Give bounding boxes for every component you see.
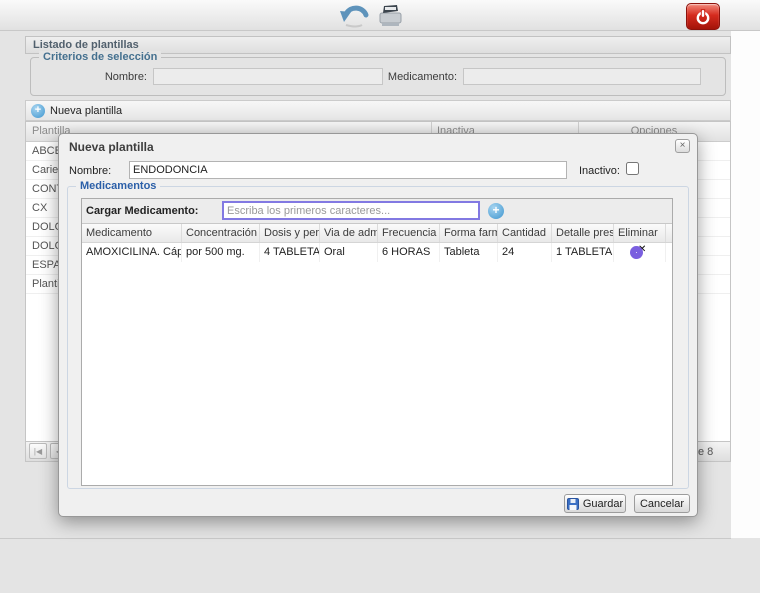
medicamento-row[interactable]: AMOXICILINA. Cáps... por 500 mg. 4 TABLE… [82, 243, 672, 262]
plus-icon: + [31, 103, 45, 118]
modal-nombre-input[interactable] [129, 161, 567, 179]
medicamento-label: Medicamento: [387, 71, 457, 83]
header-via[interactable]: Via de admi... [320, 224, 378, 242]
cell-dosis: 4 TABLETAS... [260, 243, 320, 262]
medicamento-input[interactable] [463, 68, 701, 85]
undo-arrow-icon[interactable] [338, 2, 370, 32]
header-eliminar[interactable]: Eliminar [614, 224, 666, 242]
nueva-plantilla-modal: Nueva plantilla × Nombre: Inactivo: Medi… [58, 133, 698, 517]
floppy-disk-icon [566, 497, 579, 510]
close-icon[interactable]: × [675, 139, 690, 153]
header-frecuencia[interactable]: Frecuencia [378, 224, 440, 242]
nombre-label: Nombre: [104, 71, 147, 83]
medicamentos-legend: Medicamentos [76, 180, 161, 192]
cargar-medicamento-bar: Cargar Medicamento: + [82, 199, 672, 224]
cargar-medicamento-input[interactable] [222, 201, 480, 220]
new-template-label: Nueva plantilla [50, 104, 123, 117]
header-filler [666, 224, 672, 242]
pagination-info: e 8 [698, 446, 714, 458]
new-template-button[interactable]: + Nueva plantilla [31, 103, 123, 118]
inactivo-checkbox[interactable] [626, 162, 639, 175]
header-forma[interactable]: Forma farm... [440, 224, 498, 242]
medicamentos-table-header: Medicamento Concentración Dosis y peri..… [82, 224, 672, 243]
cargar-medicamento-label: Cargar Medicamento: [86, 205, 199, 217]
cell-frecuencia: 6 HORAS [378, 243, 440, 262]
cancelar-button[interactable]: Cancelar [634, 494, 690, 513]
add-medicamento-icon[interactable]: + [488, 203, 504, 219]
cancelar-label: Cancelar [639, 497, 685, 510]
medicamentos-panel: Cargar Medicamento: + Medicamento Concen… [81, 198, 673, 486]
criteria-legend: Criterios de selección [39, 51, 162, 63]
first-page-button[interactable]: |◀ [29, 443, 47, 459]
app-bottom-border [0, 538, 731, 539]
cell-eliminar: ✕ [614, 243, 666, 262]
cell-detalle: 1 TABLETA ... [552, 243, 614, 262]
cell-via: Oral [320, 243, 378, 262]
app-canvas: Listado de plantillas Criterios de selec… [0, 0, 760, 593]
guardar-label: Guardar [582, 497, 624, 510]
cell-concentracion: por 500 mg. [182, 243, 260, 262]
header-concentracion[interactable]: Concentración [182, 224, 260, 242]
header-cantidad[interactable]: Cantidad [498, 224, 552, 242]
cell-cantidad: 24 [498, 243, 552, 262]
row-filler [666, 243, 672, 262]
modal-nombre-label: Nombre: [69, 165, 112, 177]
header-medicamento[interactable]: Medicamento [82, 224, 182, 242]
cell-forma: Tableta [440, 243, 498, 262]
loading-ring-icon [630, 246, 643, 259]
printer-icon[interactable] [376, 2, 406, 32]
top-toolbar [0, 0, 760, 31]
list-toolbar: + Nueva plantilla [25, 100, 731, 121]
header-detalle[interactable]: Detalle pres... [552, 224, 614, 242]
header-dosis[interactable]: Dosis y peri... [260, 224, 320, 242]
modal-title: Nueva plantilla [69, 140, 154, 154]
power-button[interactable] [686, 3, 720, 30]
guardar-button[interactable]: Guardar [564, 494, 626, 513]
inactivo-label: Inactivo: [579, 165, 620, 177]
page-right-gutter [731, 31, 760, 538]
criteria-fieldset: Criterios de selección Nombre: Medicamen… [30, 51, 726, 96]
cell-medicamento: AMOXICILINA. Cáps... [82, 243, 182, 262]
nombre-input[interactable] [153, 68, 383, 85]
toolbar-center-icons [338, 2, 406, 32]
